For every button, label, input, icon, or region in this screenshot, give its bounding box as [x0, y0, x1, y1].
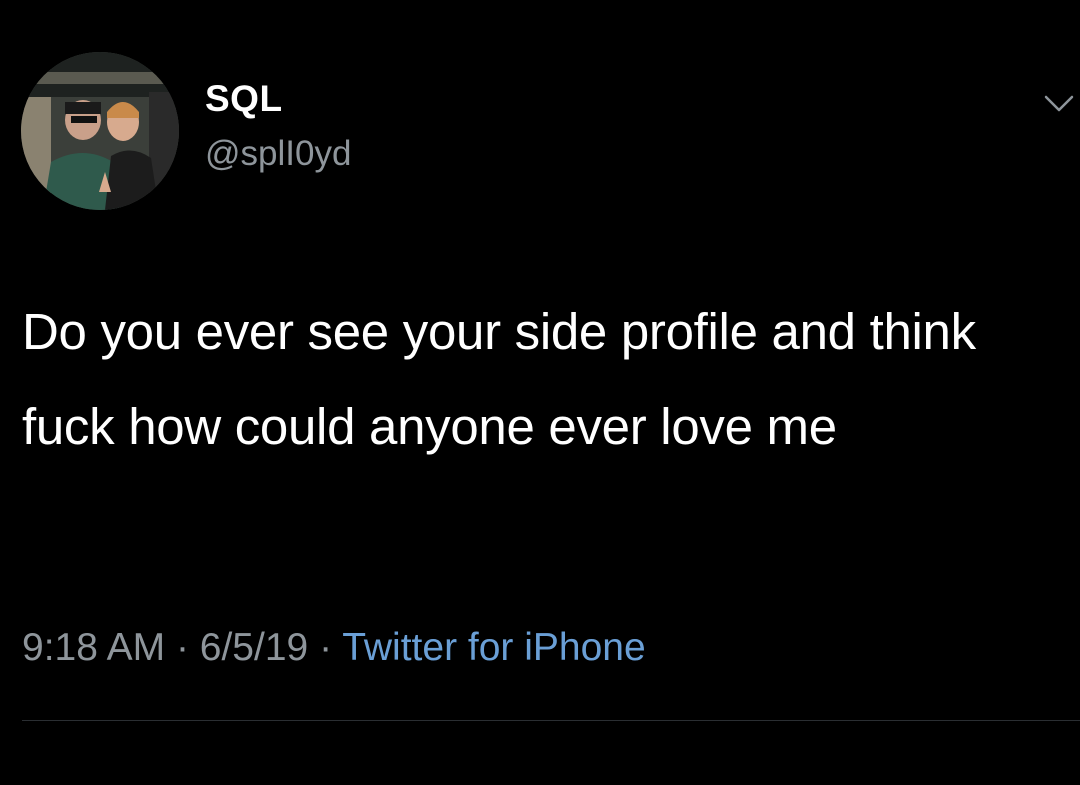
tweet-source-link[interactable]: Twitter for iPhone: [342, 626, 645, 669]
tweet-card: SQL @splI0yd Do you ever see your side p…: [0, 0, 1080, 785]
tweet-text: Do you ever see your side profile and th…: [22, 303, 976, 455]
divider: [22, 720, 1080, 721]
avatar[interactable]: [21, 52, 179, 210]
display-name[interactable]: SQL: [205, 76, 283, 122]
chevron-down-icon[interactable]: [1044, 93, 1074, 115]
user-handle[interactable]: @splI0yd: [205, 131, 351, 177]
meta-separator: ·: [319, 626, 333, 669]
avatar-image: [21, 52, 179, 210]
meta-separator: ·: [175, 626, 189, 669]
tweet-time: 9:18 AM: [22, 626, 166, 669]
tweet-date: 6/5/19: [199, 626, 309, 669]
tweet-meta: 9:18 AM · 6/5/19 · Twitter for iPhone: [22, 622, 646, 674]
